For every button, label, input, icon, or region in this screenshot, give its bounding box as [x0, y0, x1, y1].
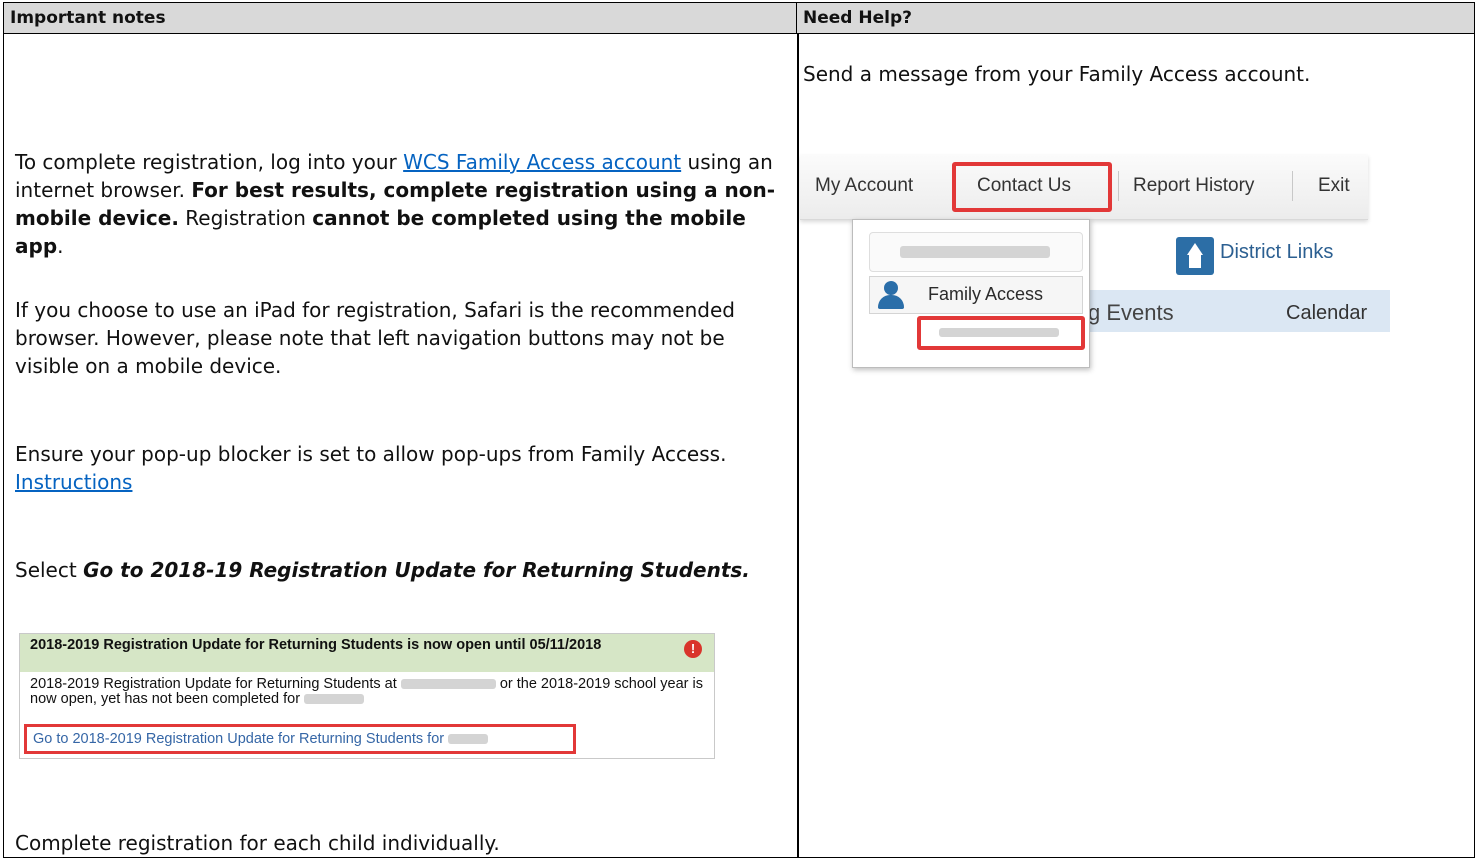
menu-separator — [1118, 171, 1119, 201]
menu-report-history[interactable]: Report History — [1133, 175, 1254, 197]
contact-dropdown: Family Access — [852, 219, 1090, 368]
paragraph-select: Select Go to 2018-19 Registration Update… — [15, 558, 750, 582]
menu-separator — [1292, 171, 1293, 201]
registration-notice-body: 2018-2019 Registration Update for Return… — [30, 676, 703, 707]
column-divider — [797, 34, 799, 857]
person-icon — [878, 281, 904, 309]
contact-us-highlight — [952, 162, 1112, 212]
instructions-link[interactable]: Instructions — [15, 470, 132, 494]
paragraph-ipad: If you choose to use an iPad for registr… — [15, 298, 735, 378]
blurred-school-name — [869, 232, 1083, 272]
menu-exit[interactable]: Exit — [1318, 175, 1350, 197]
registration-screenshot: 2018-2019 Registration Update for Return… — [19, 633, 715, 759]
alert-icon: ! — [684, 640, 702, 658]
blurred-student-name — [448, 734, 489, 745]
paragraph-login-abs: To complete registration, log into your … — [15, 150, 776, 258]
menu-my-account[interactable]: My Account — [815, 175, 913, 197]
wcs-family-access-link[interactable]: WCS Family Access account — [403, 150, 681, 174]
blurred-student-name — [304, 694, 365, 705]
blurred-school-name — [400, 679, 496, 690]
header-important-notes: Important notes — [4, 3, 797, 34]
family-access-option[interactable]: Family Access — [869, 276, 1083, 314]
events-label: g Events — [1088, 300, 1174, 325]
paragraph-each-child: Complete registration for each child ind… — [15, 831, 500, 855]
go-to-registration-link[interactable]: Go to 2018-2019 Registration Update for … — [24, 724, 576, 754]
highlighted-option — [917, 316, 1085, 350]
church-icon — [1176, 237, 1214, 275]
family-access-screenshot: My Account Contact Us Report History Exi… — [800, 155, 1390, 375]
header-need-help: Need Help? — [797, 3, 1474, 34]
calendar-label[interactable]: Calendar — [1286, 302, 1367, 325]
paragraph-send-message: Send a message from your Family Access a… — [803, 62, 1311, 86]
paragraph-popup: Ensure your pop-up blocker is set to all… — [15, 442, 727, 494]
registration-notice-header: 2018-2019 Registration Update for Return… — [20, 634, 714, 672]
district-links[interactable]: District Links — [1220, 241, 1333, 264]
